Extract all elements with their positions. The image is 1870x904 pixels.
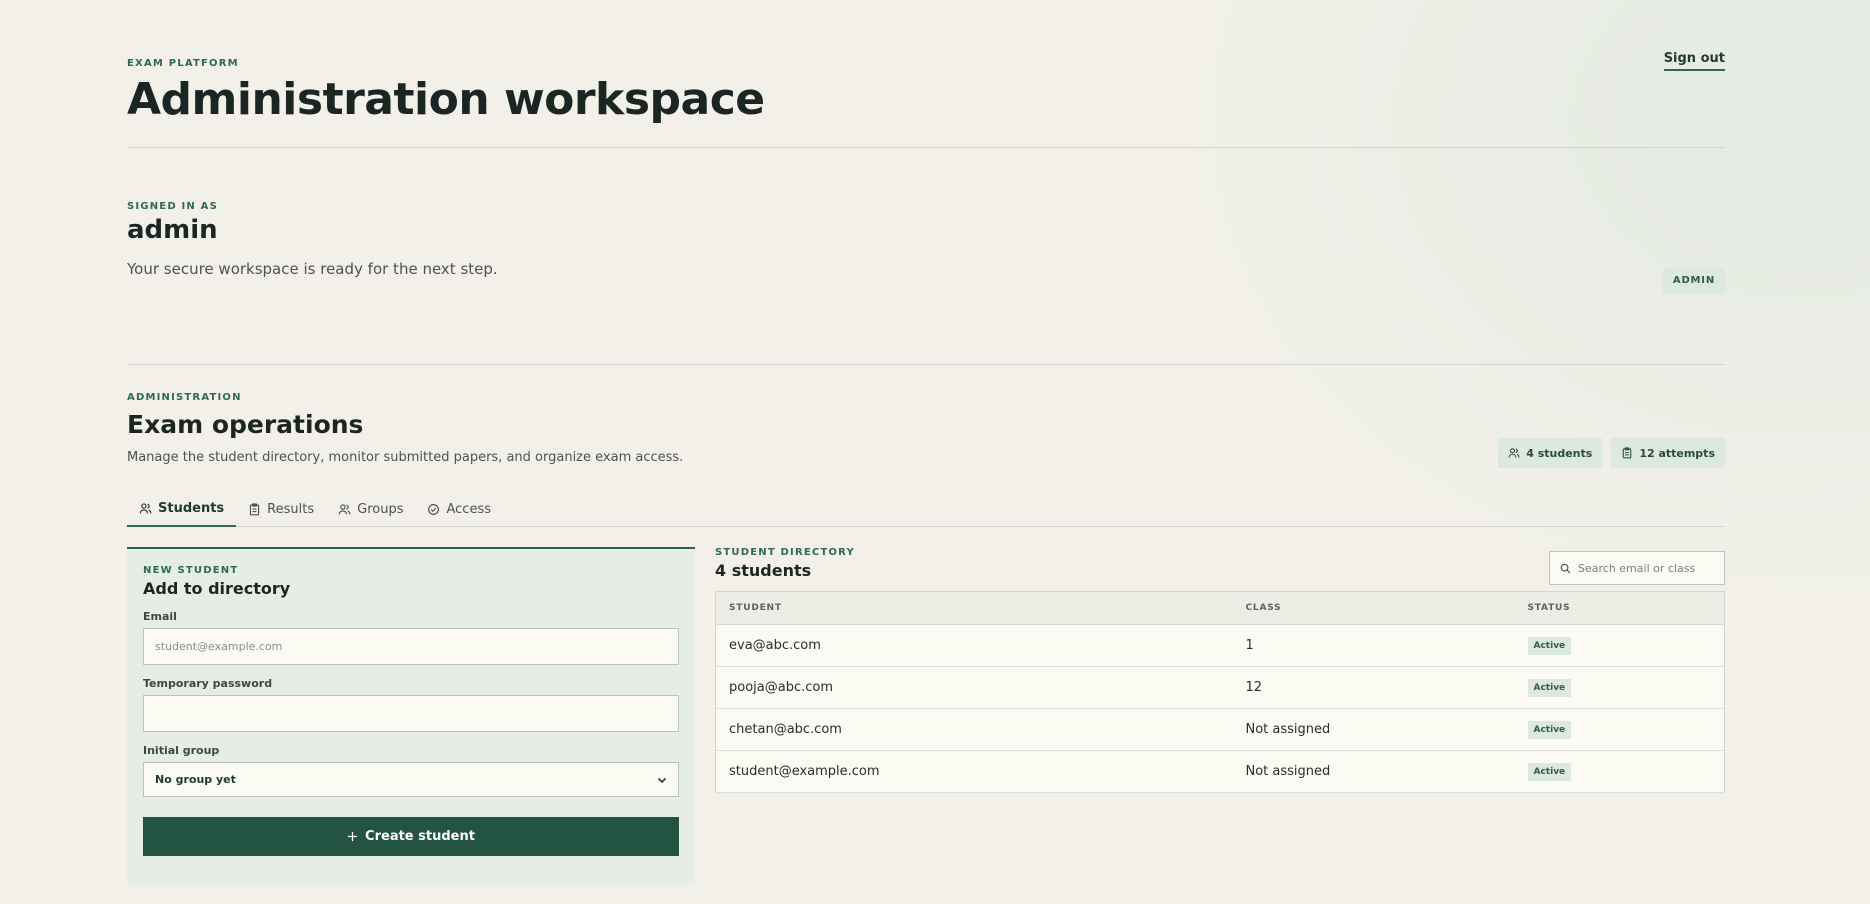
users-icon	[1508, 448, 1520, 458]
column-header-student: STUDENT	[715, 591, 1233, 625]
column-header-class: CLASS	[1232, 591, 1515, 625]
table-row[interactable]: chetan@abc.com Not assigned Active	[715, 708, 1725, 751]
table-row[interactable]: student@example.com Not assigned Active	[715, 750, 1725, 793]
plus-icon	[347, 831, 358, 842]
section-title: Exam operations	[127, 410, 364, 439]
clipboard-icon	[250, 503, 260, 516]
tab-label: Results	[267, 502, 315, 517]
username: admin	[127, 215, 218, 245]
new-student-eyebrow: NEW STUDENT	[143, 565, 239, 576]
email-label: Email	[143, 610, 177, 623]
tab-groups[interactable]: Groups	[326, 492, 415, 527]
administration-eyebrow: ADMINISTRATION	[127, 392, 242, 403]
group-select[interactable]: No group yet	[143, 762, 679, 797]
students-table: STUDENT CLASS STATUS eva@abc.com 1 Activ…	[715, 591, 1725, 793]
attempts-count: 12 attempts	[1639, 446, 1715, 460]
create-student-button[interactable]: Create student	[143, 817, 679, 856]
student-email: student@example.com	[715, 750, 1233, 793]
welcome-message: Your secure workspace is ready for the n…	[127, 260, 498, 278]
status-cell: Active	[1514, 666, 1725, 709]
attempts-count-chip: 12 attempts	[1611, 438, 1725, 468]
session-divider	[127, 364, 1725, 365]
search-input[interactable]: Search email or class	[1549, 551, 1725, 585]
student-directory: STUDENT DIRECTORY 4 students Search emai…	[715, 547, 1725, 793]
student-email: chetan@abc.com	[715, 708, 1233, 751]
status-cell: Active	[1514, 750, 1725, 793]
status-badge: Active	[1527, 678, 1572, 697]
sign-out-link[interactable]: Sign out	[1663, 51, 1725, 71]
signed-in-eyebrow: SIGNED IN AS	[127, 201, 219, 212]
search-icon	[1560, 563, 1571, 573]
search-placeholder: Search email or class	[1578, 561, 1696, 575]
group-label: Initial group	[143, 744, 220, 757]
tab-results[interactable]: Results	[236, 492, 326, 527]
tab-access[interactable]: Access	[415, 492, 503, 527]
stats-group: 4 students 12 attempts	[1498, 438, 1725, 468]
students-count-chip: 4 students	[1498, 438, 1603, 468]
chevron-down-icon	[657, 777, 667, 783]
student-class: Not assigned	[1232, 708, 1515, 751]
tab-bar: Students Results Groups Access	[127, 492, 1725, 527]
password-field[interactable]	[143, 695, 679, 732]
tab-label: Groups	[357, 502, 404, 517]
student-class: 12	[1232, 666, 1515, 709]
section-description: Manage the student directory, monitor su…	[127, 450, 684, 465]
student-class: Not assigned	[1232, 750, 1515, 793]
card-title: Add to directory	[143, 579, 291, 598]
table-header-row: STUDENT CLASS STATUS	[715, 591, 1725, 625]
header-divider	[127, 147, 1725, 148]
role-badge: ADMIN	[1662, 268, 1725, 294]
users-icon	[338, 504, 351, 515]
platform-eyebrow: EXAM PLATFORM	[127, 58, 239, 69]
student-email: eva@abc.com	[715, 624, 1233, 667]
create-student-label: Create student	[365, 829, 475, 844]
tab-label: Access	[446, 502, 491, 517]
status-badge: Active	[1527, 720, 1572, 739]
group-selected-value: No group yet	[155, 773, 236, 786]
password-label: Temporary password	[143, 677, 273, 690]
tab-students[interactable]: Students	[127, 492, 237, 527]
student-email: pooja@abc.com	[715, 666, 1233, 709]
status-cell: Active	[1514, 624, 1725, 667]
check-circle-icon	[428, 504, 440, 515]
status-badge: Active	[1527, 762, 1572, 781]
email-field[interactable]: student@example.com	[143, 628, 679, 665]
table-row[interactable]: eva@abc.com 1 Active	[715, 624, 1725, 667]
students-count: 4 students	[1526, 446, 1593, 460]
clipboard-icon	[1623, 447, 1632, 459]
status-cell: Active	[1514, 708, 1725, 751]
users-icon	[139, 503, 152, 514]
student-class: 1	[1232, 624, 1515, 667]
column-header-status: STATUS	[1514, 591, 1725, 625]
page-title: Administration workspace	[127, 74, 765, 125]
tab-label: Students	[158, 501, 225, 516]
new-student-card: NEW STUDENT Add to directory Email stude…	[127, 547, 695, 885]
table-row[interactable]: pooja@abc.com 12 Active	[715, 666, 1725, 709]
status-badge: Active	[1527, 636, 1572, 655]
